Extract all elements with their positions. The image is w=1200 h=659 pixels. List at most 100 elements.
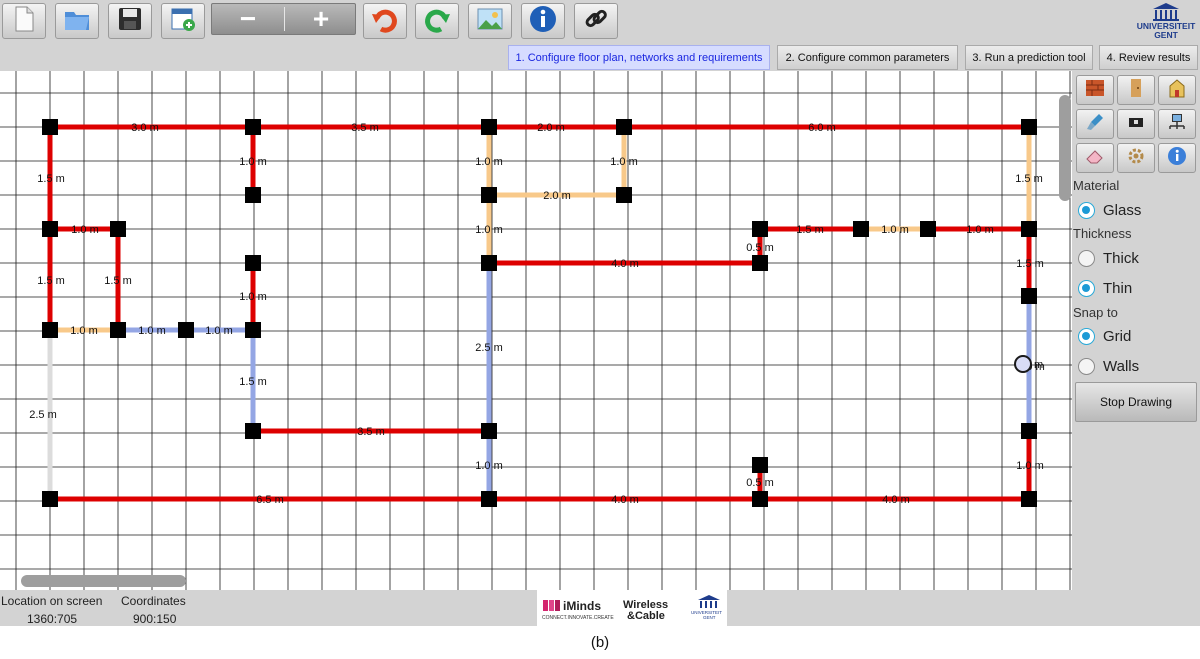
wall-node[interactable] [1021,423,1037,439]
floor-plan-canvas[interactable]: 3.0 m 3.5 m 2.0 m 6.0 m 1.5 m 1.0 m 1.0 m 1.0 m… [0,71,1072,590]
wall-length-label: 1.5 m [796,224,824,236]
brush-tool[interactable] [1076,109,1114,139]
wall-node[interactable] [752,491,768,507]
wall-length-label: 6.0 m [808,122,836,134]
link-button[interactable] [574,3,618,39]
wall-node[interactable] [481,423,497,439]
stop-drawing-button[interactable]: Stop Drawing [1075,382,1197,422]
panel-info-tool[interactable] [1158,143,1196,173]
floor-plan-app: − + UNIVERSITEIT GENT 1. Configure floor… [0,0,1200,659]
material-label: Material [1073,178,1120,193]
link-icon [581,4,611,39]
radio-glass[interactable] [1078,201,1095,219]
radio-thick[interactable] [1078,249,1095,267]
material-option-glass[interactable]: Glass [1078,198,1141,222]
background-image-button[interactable] [468,3,512,39]
tab-configure-floor-plan[interactable]: 1. Configure floor plan, networks and re… [508,45,770,70]
tab-prediction-tool[interactable]: 3. Run a prediction tool [965,45,1093,70]
settings-tool[interactable] [1117,143,1155,173]
wall-node[interactable] [245,423,261,439]
wall-length-label: 1.0 m [966,224,994,236]
snap-option-grid[interactable]: Grid [1078,324,1131,348]
info-button[interactable] [521,3,565,39]
cursor-label: m [1034,359,1043,371]
wall-length-label: 1.0 m [475,224,503,236]
zoom-out-button[interactable]: − [212,3,284,34]
snap-walls-label: Walls [1103,357,1140,375]
wall-node[interactable] [752,457,768,473]
wall-length-label: 1.0 m [475,156,503,168]
tab-common-parameters[interactable]: 2. Configure common parameters [777,45,958,70]
undo-button[interactable] [363,3,407,39]
wall-node[interactable] [752,221,768,237]
wall-node[interactable] [42,221,58,237]
material-option-label: Glass [1103,201,1142,219]
wall-length-label: 2.5 m [475,342,503,354]
wall-node[interactable] [245,187,261,203]
vertical-scrollbar[interactable] [1059,95,1071,201]
radio-thin[interactable] [1078,279,1095,297]
wall-node[interactable] [245,119,261,135]
wireless-cable-logo: Wireless &Cable [623,599,668,622]
wall-length-label: 1.5 m [37,275,65,287]
add-floor-plan-button[interactable] [161,3,205,39]
zoom-in-button[interactable]: + [285,3,357,34]
wall-node[interactable] [481,255,497,271]
coordinates-value: 900:150 [133,612,177,626]
wall-node[interactable] [1021,221,1037,237]
wall-node[interactable] [110,322,126,338]
thickness-thick-label: Thick [1103,249,1139,267]
wall-node[interactable] [920,221,936,237]
wall-node[interactable] [110,221,126,237]
radio-grid[interactable] [1078,327,1095,345]
building-icon [1167,78,1187,103]
wall-node[interactable] [853,221,869,237]
wall-node[interactable] [42,119,58,135]
wall-length-label: 1.0 m [475,460,503,472]
wall-node[interactable] [42,322,58,338]
door-tool[interactable] [1117,75,1155,105]
network-tool[interactable] [1158,109,1196,139]
brush-icon [1085,112,1105,137]
eraser-tool[interactable] [1076,143,1114,173]
wall-node[interactable] [752,255,768,271]
toolbar: − + UNIVERSITEIT GENT 1. Configure floor… [0,0,1200,71]
background-image-icon [475,4,505,39]
horizontal-scrollbar[interactable] [21,575,186,587]
redo-button[interactable] [415,3,459,39]
wall-length-label: 2.5 m [29,409,57,421]
ugent-small-logo: UNIVERSITEIT GENT [691,595,722,620]
building-tool[interactable] [1158,75,1196,105]
door-icon [1126,78,1146,103]
ugent-logo: UNIVERSITEIT GENT [1134,2,1198,44]
wall-node[interactable] [616,187,632,203]
thickness-option-thin[interactable]: Thin [1078,276,1132,300]
open-folder-button[interactable] [55,3,99,39]
wall-node[interactable] [481,187,497,203]
new-file-button[interactable] [2,3,46,39]
wall-node[interactable] [481,491,497,507]
wall-node[interactable] [616,119,632,135]
redo-icon [422,4,452,39]
save-button[interactable] [108,3,152,39]
thickness-option-thick[interactable]: Thick [1078,246,1139,270]
snap-option-walls[interactable]: Walls [1078,354,1139,378]
wall-node[interactable] [481,119,497,135]
floor-plan-drawing: 3.0 m 3.5 m 2.0 m 6.0 m 1.5 m 1.0 m 1.0 m 1.0 m… [0,71,1072,590]
wall-node[interactable] [42,491,58,507]
wall-node[interactable] [178,322,194,338]
wall-node[interactable] [245,322,261,338]
wall-length-label: 1.5 m [37,173,65,185]
location-value: 1360:705 [27,612,78,626]
radio-walls[interactable] [1078,357,1095,375]
wall-length-label: 1.0 m [239,156,267,168]
tab-review-results[interactable]: 4. Review results [1099,45,1198,70]
camera-tool[interactable] [1117,109,1155,139]
brick-wall-tool[interactable] [1076,75,1114,105]
wall-length-label: 0.5 m [746,477,774,489]
wall-node[interactable] [1021,288,1037,304]
wall-node[interactable] [245,255,261,271]
zoom-control: − + [211,3,356,35]
wall-node[interactable] [1021,119,1037,135]
wall-node[interactable] [1021,491,1037,507]
